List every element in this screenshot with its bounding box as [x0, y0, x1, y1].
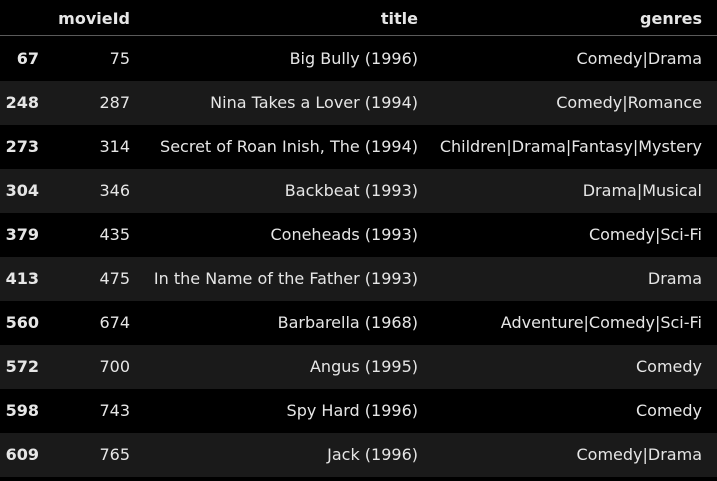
table-row: 560 674 Barbarella (1968) Adventure|Comedy|…: [0, 301, 717, 345]
cell-genres: Drama: [647, 269, 702, 288]
row-index: 560: [5, 313, 39, 332]
table-row: 598 743 Spy Hard (1996) Comedy: [0, 389, 717, 433]
table-body: 67 75 Big Bully (1996) Comedy|Drama 248 287 Ni…: [0, 37, 717, 477]
header-movieid: movieId: [58, 8, 130, 28]
cell-title: Barbarella (1968): [277, 313, 418, 332]
cell-genres: Children|Drama|Fantasy|Mystery: [439, 137, 702, 156]
cell-genres: Adventure|Comedy|Sci-Fi: [500, 313, 702, 332]
table-row: 67 75 Big Bully (1996) Comedy|Drama: [0, 37, 717, 81]
cell-movieid: 314: [99, 137, 130, 156]
row-index: 248: [5, 93, 39, 112]
cell-movieid: 75: [109, 49, 130, 68]
row-index: 273: [5, 137, 39, 156]
cell-genres: Comedy|Drama: [576, 445, 703, 464]
cell-genres: Comedy|Sci-Fi: [588, 225, 702, 244]
cell-title: In the Name of the Father (1993): [153, 269, 418, 288]
cell-title: Angus (1995): [309, 357, 418, 376]
cell-title: Big Bully (1996): [289, 49, 418, 68]
row-index: 304: [5, 181, 39, 200]
cell-movieid: 287: [99, 93, 130, 112]
cell-title: Spy Hard (1996): [286, 401, 418, 420]
cell-movieid: 765: [99, 445, 130, 464]
row-index: 379: [5, 225, 39, 244]
row-index: 609: [5, 445, 39, 464]
table-row: 413 475 In the Name of the Father (1993) Dr…: [0, 257, 717, 301]
cell-genres: Comedy|Romance: [556, 93, 702, 112]
cell-genres: Comedy: [635, 357, 702, 376]
dataframe-table: movieId title genres 67 75 Big Bully (1996…: [0, 0, 717, 477]
row-index: 572: [5, 357, 39, 376]
cell-genres: Comedy|Drama: [576, 49, 703, 68]
table-row: 304 346 Backbeat (1993) Drama|Musical: [0, 169, 717, 213]
row-index: 413: [5, 269, 39, 288]
cell-title: Coneheads (1993): [270, 225, 418, 244]
table-row: 379 435 Coneheads (1993) Comedy|Sci-Fi: [0, 213, 717, 257]
cell-movieid: 435: [99, 225, 130, 244]
cell-movieid: 674: [99, 313, 130, 332]
table-row: 273 314 Secret of Roan Inish, The (1994) Ch…: [0, 125, 717, 169]
cell-movieid: 346: [99, 181, 130, 200]
cell-movieid: 475: [99, 269, 130, 288]
table-row: 572 700 Angus (1995) Comedy: [0, 345, 717, 389]
table-header-row: movieId title genres: [0, 0, 717, 36]
cell-movieid: 743: [99, 401, 130, 420]
cell-genres: Drama|Musical: [582, 181, 702, 200]
cell-title: Nina Takes a Lover (1994): [210, 93, 418, 112]
cell-title: Backbeat (1993): [284, 181, 418, 200]
cell-title: Jack (1996): [327, 445, 418, 464]
cell-genres: Comedy: [635, 401, 702, 420]
row-index: 598: [5, 401, 39, 420]
header-title: title: [380, 8, 418, 28]
row-index: 67: [16, 49, 39, 68]
cell-movieid: 700: [99, 357, 130, 376]
cell-title: Secret of Roan Inish, The (1994): [160, 137, 418, 156]
table-row: 248 287 Nina Takes a Lover (1994) Comedy|Ro…: [0, 81, 717, 125]
table-row: 609 765 Jack (1996) Comedy|Drama: [0, 433, 717, 477]
header-genres: genres: [640, 8, 702, 28]
